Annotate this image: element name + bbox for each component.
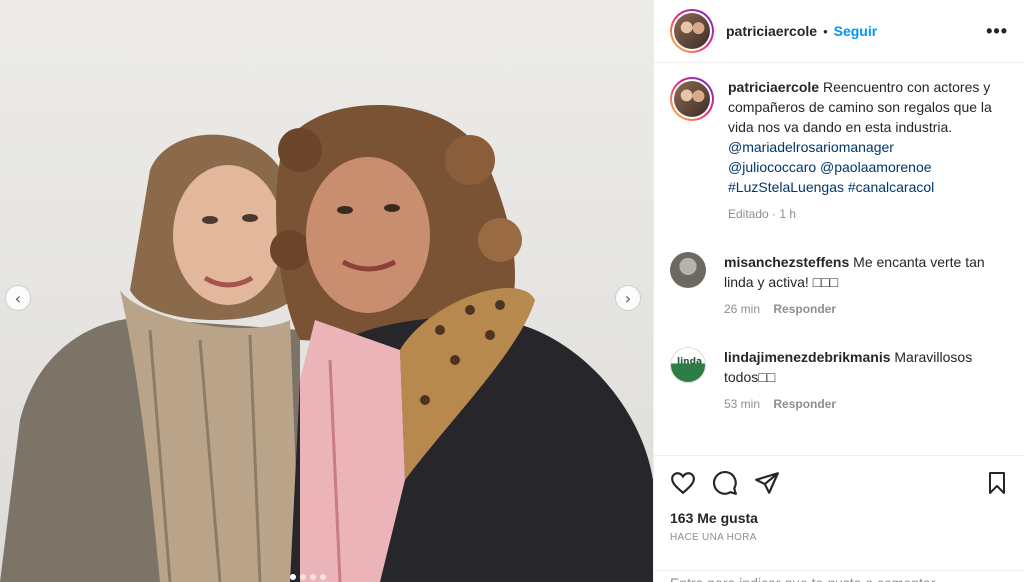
comment-meta: 26 min Responder bbox=[724, 299, 1008, 319]
comment-username[interactable]: misanchezsteffens bbox=[724, 254, 849, 270]
commenter-avatar[interactable]: linda bbox=[670, 347, 706, 383]
photo-illustration bbox=[0, 105, 653, 582]
carousel-next-button[interactable]: › bbox=[615, 285, 641, 311]
caption-avatar[interactable] bbox=[670, 77, 714, 121]
carousel-prev-button[interactable]: ‹ bbox=[5, 285, 31, 311]
post-photo: ‹ › bbox=[0, 0, 653, 582]
action-icons bbox=[670, 470, 1009, 496]
comment-username[interactable]: lindajimenezdebrikmanis bbox=[724, 349, 891, 365]
carousel-dot bbox=[290, 574, 296, 580]
mention-link[interactable]: @mariadelrosariomanager bbox=[728, 139, 894, 155]
avatar-logo-text: linda bbox=[677, 357, 703, 367]
carousel-dot bbox=[310, 574, 316, 580]
follow-button[interactable]: Seguir bbox=[834, 23, 878, 39]
paper-plane-icon[interactable] bbox=[754, 470, 780, 496]
heart-icon[interactable] bbox=[670, 470, 696, 496]
post-time: HACE UNA HORA bbox=[670, 532, 757, 543]
mention-link[interactable]: @juliococcaro @paolaamorenoe bbox=[728, 159, 932, 175]
caption: patriciaercole Reencuentro con actores y… bbox=[670, 77, 1008, 224]
comment-time: 53 min bbox=[724, 397, 761, 411]
hashtag-link[interactable]: #LuzStelaLuengas #canalcaracol bbox=[728, 179, 934, 195]
post-actions: 163 Me gusta HACE UNA HORA bbox=[654, 455, 1024, 582]
author-avatar[interactable] bbox=[670, 9, 714, 53]
reply-button[interactable]: Responder bbox=[773, 302, 836, 316]
commenter-avatar[interactable] bbox=[670, 252, 706, 288]
add-comment-prompt[interactable]: Entra para indicar que te gusta o coment… bbox=[654, 570, 1024, 582]
post-sidebar: patriciaercole • Seguir ••• patriciaerco… bbox=[653, 0, 1024, 582]
more-options-icon[interactable]: ••• bbox=[986, 21, 1008, 42]
bookmark-icon[interactable] bbox=[985, 470, 1009, 496]
comment-meta: 53 min Responder bbox=[724, 394, 1008, 414]
comment-time: 26 min bbox=[724, 302, 761, 316]
carousel-dot bbox=[300, 574, 306, 580]
carousel-dot bbox=[320, 574, 326, 580]
separator: • bbox=[823, 23, 828, 39]
post-header: patriciaercole • Seguir ••• bbox=[654, 0, 1024, 63]
carousel-dots bbox=[290, 574, 326, 580]
comment-icon[interactable] bbox=[712, 470, 738, 496]
author-username[interactable]: patriciaercole bbox=[726, 23, 817, 39]
comment-item: linda lindajimenezdebrikmanis Maravillos… bbox=[670, 347, 1008, 414]
reply-button[interactable]: Responder bbox=[773, 397, 836, 411]
caption-edited: Editado · 1 h bbox=[728, 207, 797, 221]
comment-item: misanchezsteffens Me encanta verte tan l… bbox=[670, 252, 1008, 319]
comment-body: lindajimenezdebrikmanis Maravillosos tod… bbox=[724, 347, 1008, 414]
caption-body: patriciaercole Reencuentro con actores y… bbox=[728, 77, 1008, 224]
caption-username[interactable]: patriciaercole bbox=[728, 79, 819, 95]
likes-count[interactable]: 163 Me gusta bbox=[670, 510, 1009, 526]
comments-section: patriciaercole Reencuentro con actores y… bbox=[654, 63, 1024, 455]
comment-body: misanchezsteffens Me encanta verte tan l… bbox=[724, 252, 1008, 319]
